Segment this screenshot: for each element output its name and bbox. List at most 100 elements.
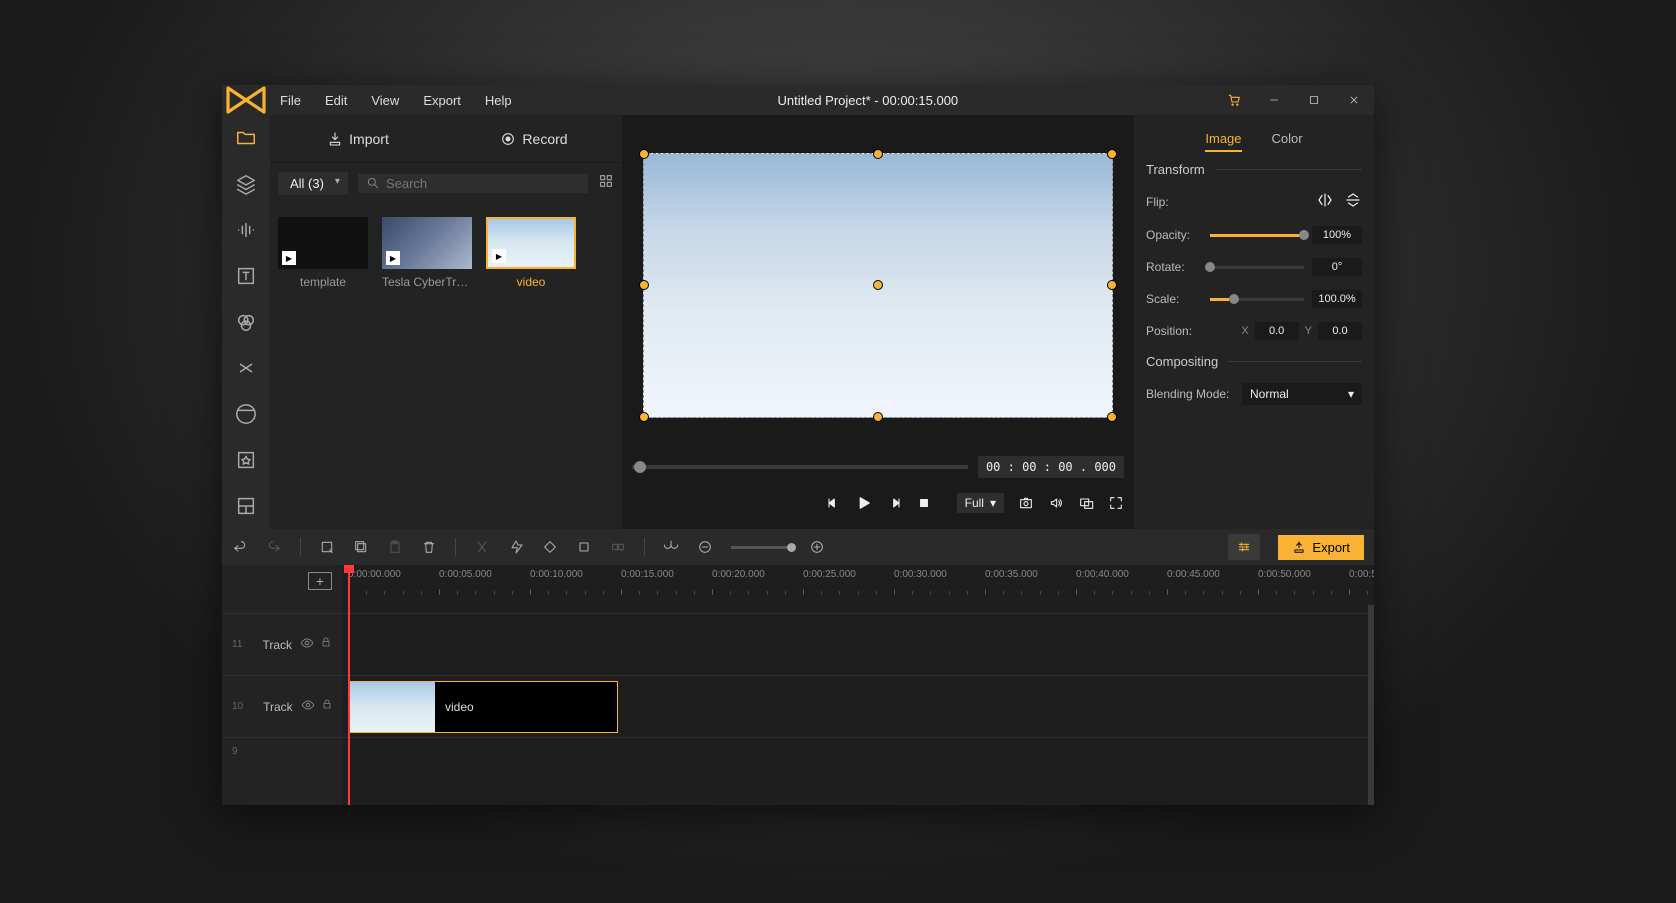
menu-help[interactable]: Help [475,89,522,112]
zoom-in-button[interactable] [809,539,825,555]
add-track-button[interactable]: + [308,572,332,590]
view-grid-icon[interactable] [598,173,614,194]
preview-canvas[interactable] [643,153,1113,418]
flip-horizontal-button[interactable] [1316,191,1334,212]
blend-mode-dropdown[interactable]: Normal▾ [1242,383,1362,405]
keyframe-button[interactable] [542,539,558,555]
timeline-body[interactable]: 0:00:00.0000:00:05.0000:00:10.0000:00:15… [342,565,1374,805]
pos-y-input[interactable]: 0.0 [1318,322,1362,340]
sidebar-media[interactable] [222,115,270,161]
record-tab[interactable]: Record [446,115,622,162]
export-options-button[interactable] [1228,534,1260,560]
tab-image[interactable]: Image [1205,127,1241,152]
timeline-clip[interactable]: video [348,681,618,733]
sidebar [222,115,270,529]
track-lane-11[interactable] [342,613,1374,675]
scale-value[interactable]: 100.0% [1312,290,1362,308]
undo-button[interactable] [232,539,248,555]
snap-button[interactable] [663,539,679,555]
paste-button[interactable] [387,539,403,555]
stop-button[interactable] [917,496,931,510]
redo-button[interactable] [266,539,282,555]
track-header-9[interactable]: 9 [222,737,342,765]
sidebar-layers[interactable] [222,161,270,207]
ruler-timestamp: 0:00:45.000 [1167,569,1220,580]
timeline-ruler[interactable]: 0:00:00.0000:00:05.0000:00:10.0000:00:15… [342,565,1374,597]
rotate-label: Rotate: [1146,260,1202,274]
speed-button[interactable] [508,539,524,555]
timeline-scrollbar[interactable] [1368,605,1374,805]
rotate-slider[interactable] [1210,266,1304,269]
menu-edit[interactable]: Edit [315,89,357,112]
ruler-timestamp: 0:00:10.000 [530,569,583,580]
split-button[interactable] [474,539,490,555]
prev-frame-button[interactable] [825,495,841,511]
track-lane-9[interactable] [342,737,1374,765]
zoom-slider[interactable] [731,546,791,549]
detach-button[interactable] [1078,495,1094,511]
scale-slider[interactable] [1210,298,1304,301]
cart-icon[interactable] [1214,85,1254,115]
import-label: Import [349,131,389,147]
ruler-timestamp: 0:00:00.000 [348,569,401,580]
volume-button[interactable] [1048,495,1064,511]
next-frame-button[interactable] [887,495,903,511]
tab-color[interactable]: Color [1272,127,1303,152]
menu-export[interactable]: Export [413,89,471,112]
maximize-button[interactable] [1294,85,1334,115]
sidebar-split[interactable] [222,483,270,529]
fullscreen-button[interactable] [1108,495,1124,511]
delete-button[interactable] [421,539,437,555]
lock-icon[interactable] [321,698,333,715]
playhead[interactable] [348,565,350,805]
ruler-timestamp: 0:00:50.000 [1258,569,1311,580]
copy-button[interactable] [353,539,369,555]
media-item-video[interactable]: ▶ video [486,217,576,289]
opacity-slider[interactable] [1210,234,1304,237]
sidebar-favorites[interactable] [222,437,270,483]
flip-vertical-button[interactable] [1344,191,1362,212]
media-item-template[interactable]: ▶ template [278,217,368,289]
import-tab[interactable]: Import [270,115,446,162]
media-item-tesla[interactable]: ▶ Tesla CyberTruc... [382,217,472,289]
opacity-value[interactable]: 100% [1312,226,1362,244]
media-search[interactable] [358,174,588,193]
track-lane-10[interactable]: video [342,675,1374,737]
pos-x-input[interactable]: 0.0 [1255,322,1299,340]
timeline: + 11 Track 10 Track 9 [222,565,1374,805]
menu-file[interactable]: File [270,89,311,112]
sidebar-filters[interactable] [222,299,270,345]
sidebar-transitions[interactable] [222,345,270,391]
media-panel: Import Record All (3) ▶ [270,115,622,529]
pos-y-label: Y [1305,325,1312,337]
sidebar-audio[interactable] [222,207,270,253]
media-filter-dropdown[interactable]: All (3) [278,172,348,195]
lock-icon[interactable] [320,636,332,653]
snapshot-button[interactable] [1018,495,1034,511]
clip-thumbnail [349,682,435,732]
play-button[interactable] [855,494,873,512]
rotate-value[interactable]: 0° [1312,258,1362,276]
group-button[interactable] [610,539,626,555]
sidebar-text[interactable] [222,253,270,299]
export-button[interactable]: Export [1278,535,1364,560]
titlebar: File Edit View Export Help Untitled Proj… [222,85,1374,115]
visibility-icon[interactable] [301,698,315,715]
sidebar-effects[interactable] [222,391,270,437]
quality-dropdown[interactable]: Full▾ [957,493,1004,513]
media-search-input[interactable] [386,176,580,191]
visibility-icon[interactable] [300,636,314,653]
close-button[interactable] [1334,85,1374,115]
select-tool[interactable] [319,539,335,555]
search-icon [366,176,380,190]
crop-button[interactable] [576,539,592,555]
track-header-10[interactable]: 10 Track [222,675,342,737]
timecode-display: 00 : 00 : 00 . 000 [978,456,1124,478]
menu-view[interactable]: View [361,89,409,112]
minimize-button[interactable] [1254,85,1294,115]
track-header-11[interactable]: 11 Track [222,613,342,675]
zoom-out-button[interactable] [697,539,713,555]
preview-panel: 00 : 00 : 00 . 000 Full▾ [622,115,1134,529]
ruler-timestamp: 0:00:30.000 [894,569,947,580]
seek-bar[interactable] [632,465,968,469]
